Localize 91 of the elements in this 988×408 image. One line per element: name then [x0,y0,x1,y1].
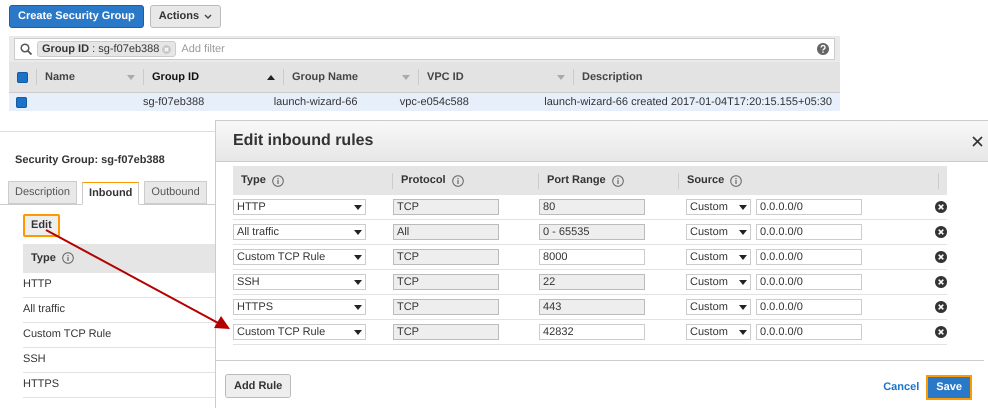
cidr-field[interactable]: 0.0.0.0/0 [756,224,862,240]
table-row[interactable]: sg-f07eb388 launch-wizard-66 vpc-e054c588 launch-wizard-66 created 2017-01-04T17:20:15.155+05:30 [9,93,840,111]
caret-icon [354,254,362,260]
column-header: Source [687,173,724,188]
table-cell-text: SSH [23,352,46,368]
cidr-field[interactable]: 0.0.0.0/0 [756,274,862,290]
type-select[interactable]: SSH [233,274,366,290]
remove-rule-icon[interactable] [935,276,947,288]
column-header[interactable]: VPC ID [427,68,464,86]
filter-token[interactable]: Group ID : sg-f07eb388 [37,41,176,57]
caret-icon [739,280,747,284]
table-cell-text: HTTP [23,277,52,292]
cidr-field[interactable]: 0.0.0.0/0 [756,324,862,340]
source-select[interactable]: Custom [686,299,751,315]
caret-icon [739,204,747,210]
protocol-field: TCP [393,249,499,265]
caret-icon [739,304,747,310]
type-select[interactable]: All traffic [233,224,366,240]
column-header[interactable]: Name [45,68,75,86]
info-icon [62,252,74,264]
search-icon [20,43,32,55]
source-select[interactable]: Custom [686,199,751,215]
source-select[interactable]: Custom [686,224,751,240]
cidr-field[interactable]: 0.0.0.0/0 [756,299,862,315]
details-title: Security Group: sg-f07eb388 [14,153,166,168]
table-cell-text: All traffic [23,302,65,318]
tab[interactable]: Outbound [144,180,207,204]
type-select[interactable]: Custom TCP Rule [233,324,366,340]
protocol-field: TCP [393,324,499,340]
cidr-field[interactable]: 0.0.0.0/0 [756,249,862,265]
table-cell: launch-wizard-66 [274,96,358,108]
caret-icon [354,304,362,310]
sort-ascending-icon[interactable] [267,74,275,80]
actions-button[interactable]: Actions [150,5,222,28]
caret-icon [354,330,362,334]
info-icon [730,174,742,186]
caret-icon [739,330,747,334]
caret-icon [354,230,362,234]
type-select[interactable]: HTTPS [233,299,366,315]
remove-rule-icon[interactable] [935,251,947,263]
protocol-field: All [393,224,499,240]
column-header[interactable]: Group ID [152,68,200,86]
table-cell: vpc-e054c588 [400,96,469,108]
tab[interactable]: Description [8,180,78,204]
create-security-group-button[interactable]: Create Security Group [9,5,144,28]
table-cell: launch-wizard-66 created 2017-01-04T17:20:15.155+05:30 [544,96,832,108]
source-select[interactable]: Custom [686,324,751,340]
info-icon [272,174,284,186]
info-icon [612,174,624,186]
column-header: Protocol [401,173,446,188]
edit-button[interactable]: Edit [23,214,60,236]
column-header: Type [31,250,56,266]
add-rule-button[interactable]: Add Rule [225,374,292,398]
protocol-field: TCP [393,199,499,215]
filter-token-text: Group ID : sg-f07eb388 [42,42,160,57]
caret-icon [739,230,747,234]
dialog-title: Edit inbound rules [233,131,374,151]
remove-rule-icon[interactable] [935,201,947,213]
protocol-field: TCP [393,299,499,315]
column-header[interactable]: Group Name [292,68,358,86]
source-select[interactable]: Custom [686,274,751,290]
chevron-icon [204,14,212,19]
caret-icon [739,254,747,260]
table-cell-text: Custom TCP Rule [23,327,112,342]
checkbox[interactable] [17,72,28,82]
close-icon[interactable] [972,136,983,146]
type-select[interactable]: HTTP [233,199,366,215]
protocol-field: TCP [393,274,499,290]
info-icon [452,174,464,186]
column-header[interactable]: Description [582,68,643,86]
filter-input[interactable]: Add filter [181,40,812,58]
cidr-field[interactable]: 0.0.0.0/0 [756,199,862,215]
table-cell: sg-f07eb388 [143,96,204,108]
column-header: Type [241,173,266,188]
column-header: Port Range [547,173,606,188]
save-button[interactable]: Save [926,375,972,400]
tab[interactable]: Inbound [82,182,140,204]
table-cell-text: HTTPS [23,377,60,392]
checkbox[interactable] [16,96,28,108]
port-range-field[interactable]: 42832 [539,324,645,340]
port-range-field[interactable]: 8000 [539,249,645,265]
remove-rule-icon[interactable] [935,226,947,238]
cancel-link[interactable]: Cancel [883,379,920,396]
filter-bar[interactable]: Group ID : sg-f07eb388 Add filter [14,38,835,60]
remove-rule-icon[interactable] [935,326,947,338]
source-select[interactable]: Custom [686,249,751,265]
caret-icon [354,204,362,210]
help-icon[interactable] [817,43,829,55]
type-select[interactable]: Custom TCP Rule [233,249,366,265]
remove-rule-icon[interactable] [935,301,947,313]
caret-icon [354,280,362,284]
